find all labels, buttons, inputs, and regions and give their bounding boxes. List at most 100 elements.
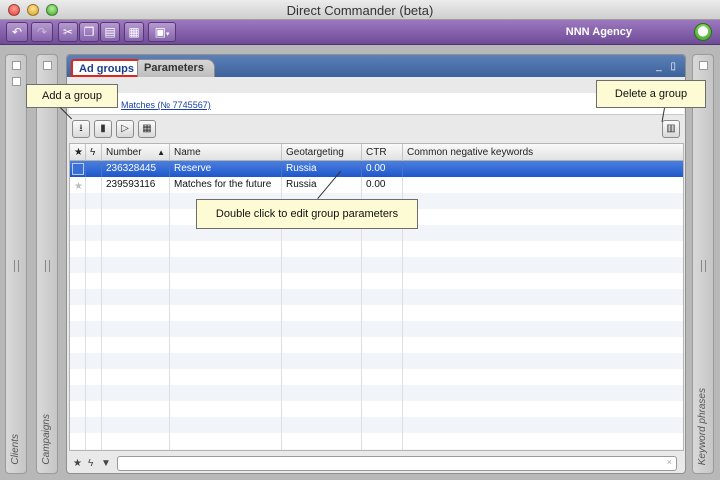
- empty-cell: [170, 433, 282, 449]
- empty-cell: [86, 417, 102, 433]
- empty-cell: [86, 401, 102, 417]
- empty-cell: [86, 449, 102, 450]
- empty-cell: [102, 273, 170, 289]
- panel-pin-icon[interactable]: [43, 61, 52, 70]
- empty-cell: [102, 321, 170, 337]
- empty-cell: [403, 209, 683, 225]
- empty-table-row: [70, 337, 683, 353]
- empty-cell: [70, 193, 86, 209]
- empty-cell: [170, 241, 282, 257]
- selected-checkbox[interactable]: [72, 163, 84, 175]
- empty-cell: [403, 417, 683, 433]
- clients-panel[interactable]: Clients: [5, 54, 27, 474]
- clear-filter-icon[interactable]: ×: [667, 457, 672, 467]
- empty-cell: [170, 337, 282, 353]
- table-row[interactable]: 236328445 Reserve Russia 0.00: [70, 161, 683, 177]
- export-icon: ▷: [121, 123, 129, 134]
- empty-cell: [403, 289, 683, 305]
- empty-cell: [362, 449, 403, 450]
- sort-ascending-icon: ▲: [157, 148, 165, 157]
- group-toolbar: ⭳ ▮ ▷ ▦ ▥: [69, 117, 684, 141]
- calculator-button[interactable]: ▦: [124, 22, 144, 42]
- redo-icon: ↷: [36, 25, 48, 39]
- number-column-header[interactable]: Number ▲: [102, 144, 170, 161]
- panel-grip-icon[interactable]: [14, 260, 19, 272]
- cut-button[interactable]: ✂: [58, 22, 78, 42]
- empty-cell: [70, 337, 86, 353]
- campaign-link[interactable]: Matches (№ 7745567): [121, 100, 211, 110]
- tab-parameters[interactable]: Parameters: [137, 59, 215, 77]
- empty-cell: [403, 273, 683, 289]
- table-view-button[interactable]: ▦: [138, 120, 156, 138]
- grid-icon: ▦: [128, 25, 140, 39]
- keyword-phrases-panel[interactable]: Keyword phrases: [692, 54, 714, 474]
- empty-cell: [86, 273, 102, 289]
- empty-cell: [282, 337, 362, 353]
- paste-button[interactable]: ▤: [100, 22, 120, 42]
- empty-cell: [403, 305, 683, 321]
- delete-group-callout: Delete a group: [596, 80, 706, 108]
- negative-keywords-column-header[interactable]: Common negative keywords: [403, 144, 683, 161]
- geotargeting-column-header[interactable]: Geotargeting: [282, 144, 362, 161]
- table-row[interactable]: ★ 239593116 Matches for the future Russi…: [70, 177, 683, 193]
- priority-column-header[interactable]: ϟ: [86, 144, 102, 161]
- star-filter-icon[interactable]: ★: [73, 458, 82, 469]
- panel-pin-icon[interactable]: [699, 61, 708, 70]
- panel-pin-icon[interactable]: [12, 61, 21, 70]
- group-number: 239593116: [102, 177, 170, 193]
- move-button[interactable]: ▷: [116, 120, 134, 138]
- empty-cell: [403, 433, 683, 449]
- group-negative-keywords: [403, 177, 683, 193]
- empty-cell: [86, 321, 102, 337]
- copy-button[interactable]: ❐: [79, 22, 99, 42]
- table-header: ★ ϟ Number ▲ Name Geotargeting CTR Common…: [70, 144, 683, 161]
- panel-grip-icon[interactable]: [45, 260, 50, 272]
- panel-grip-icon[interactable]: [701, 260, 706, 272]
- name-column-header[interactable]: Name: [170, 144, 282, 161]
- empty-cell: [282, 449, 362, 450]
- lightning-filter-icon[interactable]: ϟ: [88, 458, 93, 469]
- empty-table-row: [70, 385, 683, 401]
- view-dropdown-button[interactable]: ▣▾: [148, 22, 176, 42]
- empty-cell: [282, 305, 362, 321]
- empty-table-row: [70, 401, 683, 417]
- empty-table-row: [70, 417, 683, 433]
- undo-button[interactable]: ↶: [6, 22, 28, 42]
- empty-cell: [102, 401, 170, 417]
- empty-cell: [70, 369, 86, 385]
- empty-cell: [70, 321, 86, 337]
- download-button[interactable]: ⭳: [72, 120, 90, 138]
- groups-table: ★ ϟ Number ▲ Name Geotargeting CTR Common…: [69, 143, 684, 451]
- redo-button[interactable]: ↷: [31, 22, 53, 42]
- empty-cell: [282, 417, 362, 433]
- funnel-icon[interactable]: ▼: [101, 458, 111, 469]
- empty-cell: [70, 353, 86, 369]
- empty-cell: [86, 209, 102, 225]
- campaigns-panel-label: Campaigns: [41, 414, 52, 465]
- empty-cell: [86, 337, 102, 353]
- add-group-button[interactable]: ▮: [94, 120, 112, 138]
- delete-group-button[interactable]: ▥: [662, 120, 680, 138]
- empty-table-row: [70, 369, 683, 385]
- empty-cell: [362, 257, 403, 273]
- tab-ad-groups[interactable]: Ad groups: [71, 59, 142, 77]
- favorite-column-header[interactable]: ★: [70, 144, 86, 161]
- user-status-icon[interactable]: ⬤: [694, 23, 712, 41]
- download-icon: ⭳: [79, 123, 83, 134]
- empty-cell: [70, 225, 86, 241]
- panel-window-controls[interactable]: _ ▯: [656, 61, 679, 72]
- campaign-info-bar: Matches (№ 7745567): [69, 93, 684, 115]
- empty-cell: [170, 417, 282, 433]
- empty-cell: [86, 289, 102, 305]
- table-icon: ▦: [142, 123, 152, 134]
- panel-expand-icon[interactable]: [12, 77, 21, 86]
- empty-cell: [282, 353, 362, 369]
- empty-cell: [102, 225, 170, 241]
- ctr-column-header[interactable]: CTR: [362, 144, 403, 161]
- empty-cell: [86, 257, 102, 273]
- filter-input[interactable]: ×: [117, 456, 677, 471]
- empty-cell: [70, 289, 86, 305]
- empty-table-row: [70, 449, 683, 450]
- campaigns-panel[interactable]: Campaigns: [36, 54, 58, 474]
- favorite-star-icon[interactable]: ★: [74, 179, 83, 193]
